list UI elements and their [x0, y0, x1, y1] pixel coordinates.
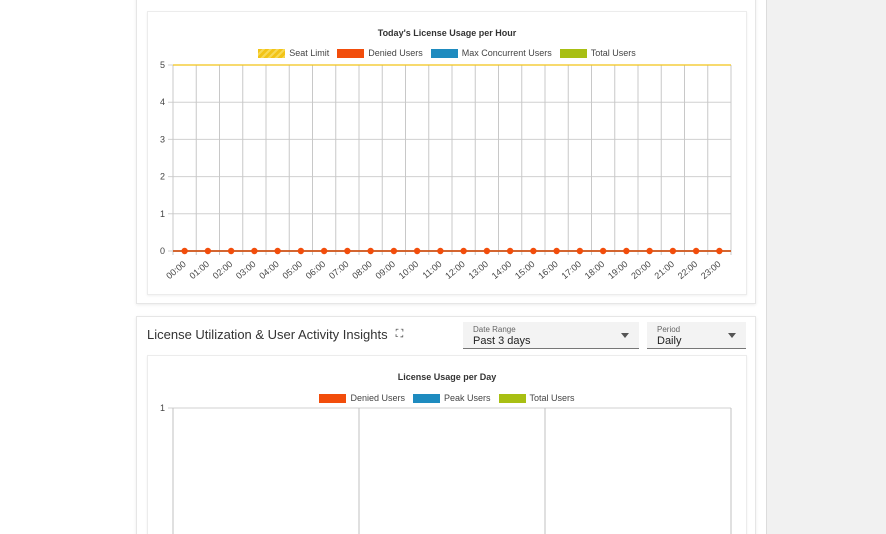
x-tick-label: 20:00: [629, 259, 653, 281]
denied-users-point: [483, 247, 491, 255]
denied-users-point: [623, 247, 630, 255]
y-tick-label: 1: [160, 209, 165, 219]
denied-users-point: [460, 247, 467, 255]
x-tick-label: 01:00: [187, 259, 211, 281]
chevron-down-icon: [728, 333, 736, 338]
denied-users-point: [530, 247, 537, 255]
x-tick-label: 17:00: [559, 259, 583, 281]
x-tick-label: 04:00: [257, 259, 281, 281]
denied-users-point: [646, 247, 653, 255]
y-tick-label: 0: [160, 246, 165, 256]
denied-users-point: [669, 247, 677, 255]
x-tick-label: 02:00: [211, 259, 235, 281]
denied-users-point: [390, 247, 398, 255]
x-tick-label: 00:00: [164, 259, 188, 281]
insights-title: License Utilization & User Activity Insi…: [147, 327, 388, 342]
date-range-select[interactable]: Date Range Past 3 days: [463, 322, 639, 349]
x-tick-label: 09:00: [373, 259, 397, 281]
period-value: Daily: [657, 335, 682, 347]
page: Today's License Usage per Hour Seat Limi…: [0, 0, 886, 534]
denied-users-point: [297, 247, 305, 255]
denied-users-point: [344, 247, 351, 255]
x-tick-label: 14:00: [490, 259, 514, 281]
x-tick-label: 10:00: [397, 259, 421, 281]
x-tick-label: 15:00: [513, 259, 537, 281]
x-tick-label: 18:00: [583, 259, 607, 281]
right-side-panel: [766, 0, 886, 534]
y-tick-label: 4: [160, 97, 165, 107]
denied-users-point: [227, 247, 235, 255]
x-tick-label: 19:00: [606, 259, 630, 281]
denied-users-point: [692, 247, 700, 255]
chevron-down-icon: [621, 333, 629, 338]
daily-chart-container: License Usage per Day Denied Users Peak …: [147, 355, 747, 534]
insights-header: License Utilization & User Activity Insi…: [147, 327, 403, 342]
y-tick-label: 3: [160, 134, 165, 144]
denied-users-point: [599, 247, 607, 255]
date-range-value: Past 3 days: [473, 335, 531, 347]
insights-card: License Utilization & User Activity Insi…: [136, 316, 756, 534]
x-tick-label: 13:00: [466, 259, 490, 281]
x-tick-label: 21:00: [652, 259, 676, 281]
x-tick-label: 05:00: [280, 259, 304, 281]
x-tick-label: 23:00: [699, 259, 723, 281]
denied-users-point: [367, 247, 374, 255]
hourly-usage-card: Today's License Usage per Hour Seat Limi…: [136, 0, 756, 304]
denied-users-point: [320, 247, 328, 255]
denied-users-point: [553, 247, 560, 255]
denied-users-point: [251, 247, 258, 255]
y-tick-label: 1: [160, 403, 165, 413]
denied-users-point: [576, 247, 584, 255]
y-tick-label: 2: [160, 172, 165, 182]
period-label: Period: [657, 325, 681, 334]
period-select[interactable]: Period Daily: [647, 322, 746, 349]
denied-users-point: [506, 247, 514, 255]
daily-chart-plot: 1: [160, 403, 732, 534]
hourly-chart-plot: 0 1 2 3 4 5 00:00 01:00 02:00 03:00 04:00 05:00 06:0…: [160, 60, 732, 281]
date-range-label: Date Range: [473, 325, 516, 334]
denied-users-point: [181, 247, 188, 255]
x-tick-label: 07:00: [327, 259, 351, 281]
denied-users-point: [437, 247, 444, 255]
x-tick-label: 03:00: [234, 259, 258, 281]
denied-users-point: [274, 247, 281, 255]
x-tick-label: 12:00: [443, 259, 467, 281]
expand-icon[interactable]: ⛶: [396, 328, 404, 341]
denied-users-point: [413, 247, 421, 255]
y-tick-label: 5: [160, 60, 165, 70]
denied-users-point: [204, 247, 212, 255]
denied-users-point: [716, 247, 723, 255]
x-tick-label: 11:00: [420, 259, 443, 281]
x-tick-label: 06:00: [304, 259, 328, 281]
x-tick-label: 08:00: [350, 259, 374, 281]
hourly-chart-container: Today's License Usage per Hour Seat Limi…: [147, 11, 747, 295]
x-tick-label: 16:00: [536, 259, 560, 281]
x-tick-label: 22:00: [676, 259, 700, 281]
